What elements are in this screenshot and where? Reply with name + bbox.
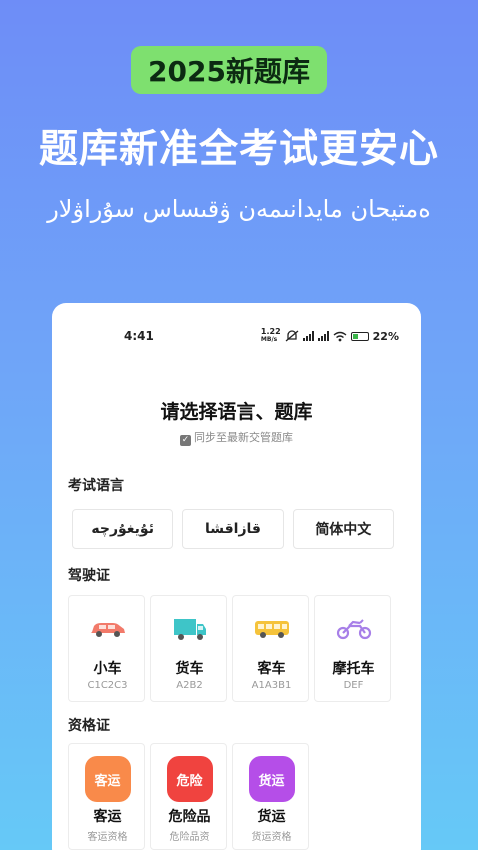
- hazmat-badge-icon: 危险: [166, 756, 213, 802]
- phone-screen-card: 4:41 1.22 MB/s 22% 请选择语言、题库 ✓ 同步至最新交管题库 考…: [52, 303, 421, 850]
- license-tile-motorcycle[interactable]: 摩托车 DEF: [314, 595, 391, 702]
- exam-language-title: 考试语言: [68, 478, 124, 494]
- license-title: 驾驶证: [68, 568, 110, 584]
- network-speed: 1.22 MB/s: [260, 327, 281, 344]
- qualification-name: 货运: [257, 809, 286, 825]
- sync-option[interactable]: ✓ 同步至最新交管题库: [52, 429, 421, 446]
- qualification-grid: 客运 客运 客运资格 危险 危险品 危险品资 货运 货运 货运资格: [68, 743, 309, 850]
- license-code: A1A3B1: [251, 680, 292, 691]
- license-code: A2B2: [176, 680, 203, 691]
- status-icons: 1.22 MB/s 22%: [261, 328, 399, 344]
- mute-icon: [285, 330, 299, 342]
- passenger-badge-icon: 客运: [84, 756, 131, 802]
- battery-level: 22%: [372, 329, 399, 343]
- qualification-title: 资格证: [68, 718, 110, 734]
- license-name: 摩托车: [332, 661, 375, 677]
- qualification-name: 危险品: [168, 809, 211, 825]
- signal-strength-2-icon: [317, 331, 329, 341]
- qualification-tile-passenger[interactable]: 客运 客运 客运资格: [68, 743, 145, 850]
- checkbox-checked-icon[interactable]: ✓: [180, 435, 191, 446]
- license-name: 客车: [257, 661, 286, 677]
- freight-badge-icon: 货运: [248, 756, 295, 802]
- battery-icon: [350, 331, 369, 341]
- sync-label: 同步至最新交管题库: [194, 431, 293, 444]
- page-title: 请选择语言、题库: [160, 401, 313, 423]
- qualification-sub: 客运资格: [87, 832, 128, 843]
- license-code: C1C2C3: [87, 680, 128, 691]
- license-code: DEF: [343, 680, 364, 691]
- license-tile-bus[interactable]: 客车 A1A3B1: [232, 595, 309, 702]
- status-time: 4:41: [124, 329, 154, 343]
- status-bar: 4:41 1.22 MB/s 22%: [52, 327, 421, 347]
- promo-subline: ەمتيحان مايدانىمەن ۋقىساس سۇراۋلار: [47, 195, 431, 223]
- qualification-name: 客运: [93, 809, 122, 825]
- qualification-tile-hazmat[interactable]: 危险 危险品 危险品资: [150, 743, 227, 850]
- language-option-uyghur[interactable]: ئۇيغۇرچە: [72, 509, 174, 549]
- wifi-icon: [333, 331, 347, 341]
- truck-icon: [173, 619, 206, 640]
- language-options: ئۇيغۇرچە قازاقشا 简体中文: [72, 509, 394, 549]
- signal-strength-icon: [302, 331, 314, 341]
- language-option-chinese[interactable]: 简体中文: [292, 509, 394, 549]
- license-tile-car[interactable]: 小车 C1C2C3: [68, 595, 145, 702]
- license-tile-truck[interactable]: 货车 A2B2: [150, 595, 227, 702]
- license-name: 货车: [175, 661, 204, 677]
- promo-headline: 题库新准全考试更安心: [38, 127, 439, 172]
- qualification-sub: 危险品资: [169, 832, 210, 843]
- license-name: 小车: [93, 661, 122, 677]
- qualification-sub: 货运资格: [251, 832, 292, 843]
- qualification-tile-freight[interactable]: 货运 货运 货运资格: [232, 743, 309, 850]
- car-icon: [90, 623, 125, 637]
- language-option-kazakh[interactable]: قازاقشا: [182, 509, 284, 549]
- new-question-bank-badge: 2025新题库: [131, 46, 327, 94]
- license-grid: 小车 C1C2C3 货车 A2B2 客车 A1A3B1 摩托车 DEF: [68, 595, 391, 702]
- motorcycle-icon: [336, 619, 371, 640]
- bus-icon: [254, 621, 289, 638]
